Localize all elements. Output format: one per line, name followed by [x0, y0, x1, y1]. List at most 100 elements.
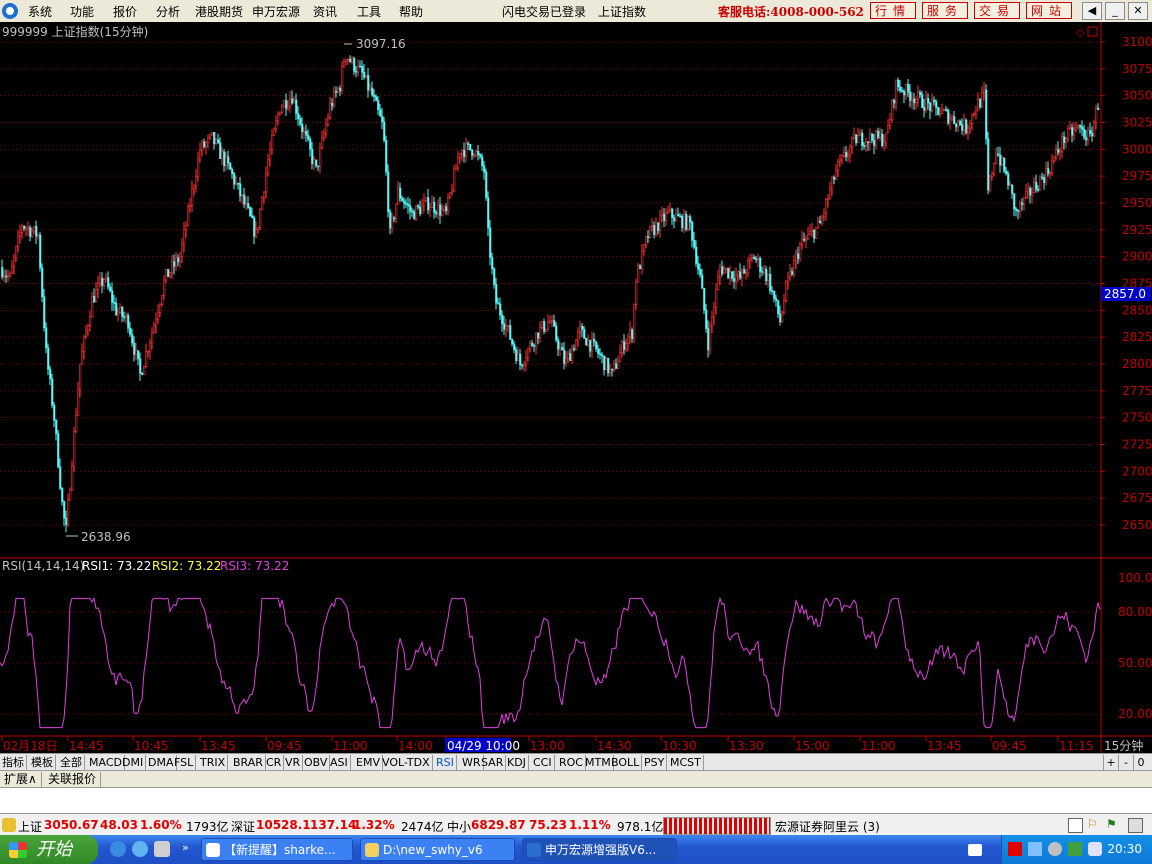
menu-function[interactable]: 功能 [70, 3, 94, 20]
task-swhy[interactable]: 申万宏源增强版V6... [522, 838, 677, 861]
ie-icon[interactable] [110, 841, 126, 857]
diamond-icon[interactable]: ◇ [1076, 26, 1085, 39]
trade-button[interactable]: 交易 [974, 2, 1020, 19]
related-quotes-tab[interactable]: 关联报价 [44, 772, 102, 787]
candle-body [467, 143, 470, 145]
indicator-tab-roc[interactable]: ROC [557, 755, 586, 770]
menu-tools[interactable]: 工具 [357, 3, 381, 20]
menu-analysis[interactable]: 分析 [156, 3, 180, 20]
indicator-tab-mcst[interactable]: MCST [668, 755, 704, 770]
candle-body [923, 107, 926, 111]
candle-body [273, 128, 276, 136]
indicator-tab-fsl[interactable]: FSL [172, 755, 197, 770]
signal-icon[interactable]: ⚐ [1087, 817, 1098, 831]
candle-body [617, 361, 620, 369]
lock-screen-icon[interactable] [1128, 818, 1143, 833]
candle-body [825, 199, 828, 214]
indicator-tab-asi[interactable]: ASI [328, 755, 351, 770]
candle-body [1, 267, 4, 278]
candle-body [93, 296, 96, 303]
menu-help[interactable]: 帮助 [399, 3, 423, 20]
indicator-tab-sar[interactable]: SAR [479, 755, 507, 770]
candle-body [61, 488, 64, 502]
browser-icon[interactable] [132, 841, 148, 857]
zoom-in-button[interactable]: + [1103, 755, 1118, 770]
app-logo-icon [2, 3, 18, 19]
minimize-icon[interactable]: _ [1105, 2, 1125, 20]
zoom-reset-button[interactable]: 0 [1133, 755, 1148, 770]
lock-icon[interactable] [2, 818, 16, 832]
candle-body [731, 271, 734, 279]
candle-body [199, 149, 202, 159]
period-label[interactable]: 15分钟 [1104, 738, 1143, 753]
indicator-tab-emv[interactable]: EMV [354, 755, 383, 770]
indicator-tab-指标[interactable]: 指标 [0, 755, 27, 770]
candle-body [465, 143, 468, 157]
candle-body [255, 229, 258, 237]
desktop-icon[interactable] [154, 841, 170, 857]
candle-body [345, 59, 348, 62]
close-icon[interactable]: ✕ [1128, 2, 1148, 20]
indicator-tab-vr[interactable]: VR [283, 755, 304, 770]
candle-body [1091, 133, 1094, 137]
keyboard-icon[interactable] [968, 844, 982, 856]
more-chevron-icon[interactable]: » [182, 841, 189, 854]
start-button[interactable]: 开始 [0, 835, 98, 864]
indicator-tab-cr[interactable]: CR [264, 755, 285, 770]
indicator-tab-dmi[interactable]: DMI [120, 755, 147, 770]
candle-body [841, 155, 844, 161]
indicator-tab-cci[interactable]: CCI [531, 755, 555, 770]
indicator-tab-模板[interactable]: 模板 [29, 755, 56, 770]
time-label: 02月18日 [3, 739, 58, 753]
candle-body [103, 279, 106, 286]
indicator-tab-trix[interactable]: TRIX [198, 755, 229, 770]
service-button[interactable]: 服务 [922, 2, 968, 19]
candle-body [681, 215, 684, 229]
candle-body [1089, 130, 1092, 134]
tray-app-icon[interactable] [1008, 842, 1022, 856]
candle-body [653, 225, 656, 235]
candle-body [463, 149, 466, 157]
tray-network-icon[interactable] [1028, 842, 1042, 856]
indicator-tab-kdj[interactable]: KDJ [505, 755, 529, 770]
menu-swhy[interactable]: 申万宏源 [252, 3, 300, 20]
indicator-tab-rsi[interactable]: RSI [434, 755, 457, 770]
menu-info[interactable]: 资讯 [313, 3, 337, 20]
candle-body [253, 217, 256, 237]
indicator-tab-boll[interactable]: BOLL [609, 755, 643, 770]
network-icon[interactable]: ⚑ [1106, 817, 1117, 831]
candle-body [981, 91, 984, 108]
tray-volume-icon[interactable] [1048, 842, 1062, 856]
zoom-out-button[interactable]: - [1118, 755, 1133, 770]
indicator-tab-brar[interactable]: BRAR [231, 755, 266, 770]
website-button[interactable]: 网站 [1026, 2, 1072, 19]
task-folder[interactable]: D:\new_swhy_v6 [360, 838, 515, 861]
tray-shield-icon[interactable] [1088, 842, 1102, 856]
candle-body [267, 159, 270, 174]
expand-tab[interactable]: 扩展∧ [0, 772, 42, 787]
menu-system[interactable]: 系统 [28, 3, 52, 20]
candle-body [531, 342, 534, 346]
indicator-tab-obv[interactable]: OBV [302, 755, 331, 770]
candle-body [277, 114, 280, 122]
tray-security-icon[interactable] [1068, 842, 1082, 856]
candle-body [557, 339, 560, 350]
time-label: 15:00 [795, 739, 830, 753]
indicator-tab-psy[interactable]: PSY [642, 755, 668, 770]
candle-body [963, 119, 966, 131]
layout-icon[interactable] [1068, 818, 1083, 833]
indicator-tab-vol-tdx[interactable]: VOL-TDX [380, 755, 433, 770]
candle-body [709, 325, 712, 351]
quotes-button[interactable]: 行情 [870, 2, 916, 19]
sh-label: 上证 [18, 820, 43, 834]
menu-quotes[interactable]: 报价 [113, 3, 137, 20]
candle-body [733, 277, 736, 282]
menu-hk-futures[interactable]: 港股期货 [195, 3, 243, 20]
chart-area[interactable]: 999999 上证指数(15分钟) ◇ 3100 3075 3050 3025 3000… [0, 22, 1152, 753]
candle-body [891, 99, 894, 120]
task-reminder[interactable]: 【新提醒】sharke... [201, 838, 353, 861]
back-icon[interactable]: ◀ [1082, 2, 1102, 20]
indicator-tab-全部[interactable]: 全部 [58, 755, 85, 770]
current-index-label: 上证指数 [598, 5, 647, 19]
candle-body [473, 154, 476, 157]
